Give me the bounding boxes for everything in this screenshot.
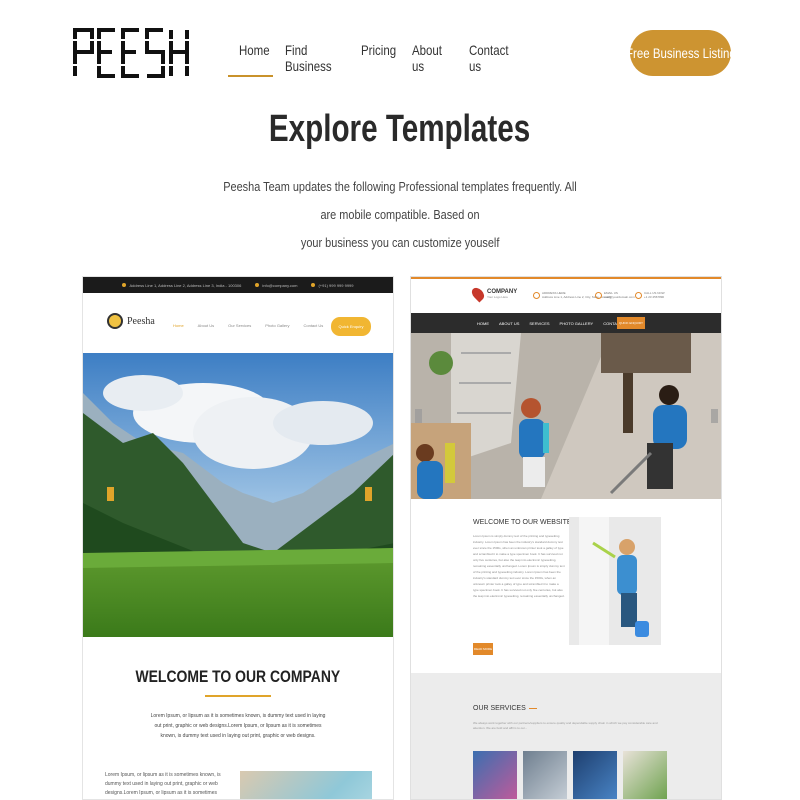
page-subtitle: Peesha Team updates the following Profes… <box>180 173 620 257</box>
template1-bottom-section: Lorem Ipsum, or lipsum as it is sometime… <box>83 771 393 799</box>
nav-find-business[interactable]: Find Business <box>285 42 351 92</box>
cleaning-hero-image <box>411 333 721 499</box>
nav-contact-us[interactable]: Contact us <box>469 42 518 92</box>
mail-icon <box>595 291 602 299</box>
template1-nav-gallery: Photo Gallery <box>265 323 290 328</box>
template1-welcome-title: WELCOME TO OUR COMPANY <box>135 667 341 686</box>
template2-phone: CALL US NOW +1 23 4567890 <box>635 291 665 299</box>
template2-email: EMAIL US mail@yourdomain.com <box>595 291 635 299</box>
subtitle-line-2: your business you can customize youself <box>300 235 500 250</box>
slider-next-icon <box>711 409 718 423</box>
service-thumbnail <box>573 751 617 799</box>
template2-read-more-button: READ MORE <box>473 643 493 655</box>
template1-hero-image <box>83 353 393 637</box>
free-business-listing-label: Free Business Listing <box>625 45 736 61</box>
template-card-1[interactable]: Address Line 1, Address Line 2, Address … <box>82 276 394 800</box>
slider-next-icon <box>365 487 372 501</box>
template1-nav-about: About Us <box>197 323 215 328</box>
template2-nav-gallery: PHOTO GALLERY <box>559 320 594 326</box>
free-business-listing-button[interactable]: Free Business Listing <box>626 30 735 76</box>
cleaner-woman-image <box>569 517 661 645</box>
template1-welcome-text: Lorem Ipsum, or lipsum as it is sometime… <box>150 713 326 739</box>
template2-nav-services: SERVICES <box>529 320 550 326</box>
service-thumbnail <box>623 751 667 799</box>
template2-enquiry-button: QUICK ENQUIRY <box>617 317 645 329</box>
slider-prev-icon <box>415 409 422 423</box>
template2-nav: HOME ABOUT US SERVICES PHOTO GALLERY CON… <box>411 313 721 333</box>
template2-about-title: WELCOME TO OUR WEBSITE <box>473 519 572 526</box>
location-icon <box>122 282 127 287</box>
subtitle-line-1: Peesha Team updates the following Profes… <box>223 179 577 222</box>
template1-logo: Peesha <box>107 313 155 329</box>
mail-icon <box>255 282 260 287</box>
template1-logo-icon <box>107 313 123 329</box>
slider-prev-icon <box>107 487 114 501</box>
template2-service-thumbnails <box>473 751 667 799</box>
template2-services-title: OUR SERVICES <box>473 705 537 712</box>
template1-nav: Home About Us Our Services Photo Gallery… <box>173 323 323 328</box>
template2-services-section: OUR SERVICES We always work together wit… <box>411 673 721 799</box>
template2-about-text: Lorem Ipsum is simply dummy text of the … <box>473 534 565 598</box>
map-pin-icon <box>469 285 487 303</box>
template2-nav-home: HOME <box>477 320 489 326</box>
template2-logo-sub: Your Logo Here <box>487 295 508 299</box>
template1-logo-text: Peesha <box>127 315 155 327</box>
phone-icon <box>635 291 642 299</box>
location-icon <box>533 291 540 299</box>
template-card-2[interactable]: COMPANY Your Logo Here ADDRESS HERE Addre… <box>410 276 722 800</box>
peesha-logo[interactable] <box>72 26 192 80</box>
template2-nav-about: ABOUT US <box>499 320 520 326</box>
service-thumbnail <box>523 751 567 799</box>
template1-nav-home: Home <box>173 323 184 328</box>
template2-hero-image <box>411 333 721 499</box>
template2-header: COMPANY Your Logo Here ADDRESS HERE Addre… <box>411 277 721 313</box>
template2-logo: COMPANY Your Logo Here <box>469 285 517 303</box>
template1-nav-services: Our Services <box>228 323 252 328</box>
nav-about-us[interactable]: About us <box>412 42 453 92</box>
template2-about-section: WELCOME TO OUR WEBSITE Lorem Ipsum is si… <box>411 499 721 673</box>
template1-welcome-divider <box>205 695 271 697</box>
nav-pricing[interactable]: Pricing <box>361 42 396 76</box>
template1-bottom-text: Lorem Ipsum, or lipsum as it is sometime… <box>105 772 221 796</box>
phone-icon <box>311 282 316 287</box>
template1-bottom-image <box>240 771 372 799</box>
template1-email: info@company.com <box>255 282 297 288</box>
template2-services-text: We always work together with our partner… <box>473 721 658 730</box>
template1-topbar: Address Line 1, Address Line 2, Address … <box>83 277 393 293</box>
active-nav-indicator <box>228 75 273 77</box>
template1-enquiry-button: Quick Enquiry <box>331 317 371 336</box>
service-thumbnail <box>473 751 517 799</box>
template2-about-image <box>569 517 661 645</box>
nav-home[interactable]: Home <box>239 42 275 76</box>
template1-nav-contact: Contact Us <box>303 323 324 328</box>
template1-phone: (+91) 999 999 9999 <box>311 282 354 288</box>
mountain-landscape-image <box>83 353 393 637</box>
template1-header: Peesha Home About Us Our Services Photo … <box>83 293 393 353</box>
page-title: Explore Templates <box>269 108 531 150</box>
template1-address: Address Line 1, Address Line 2, Address … <box>122 282 241 288</box>
